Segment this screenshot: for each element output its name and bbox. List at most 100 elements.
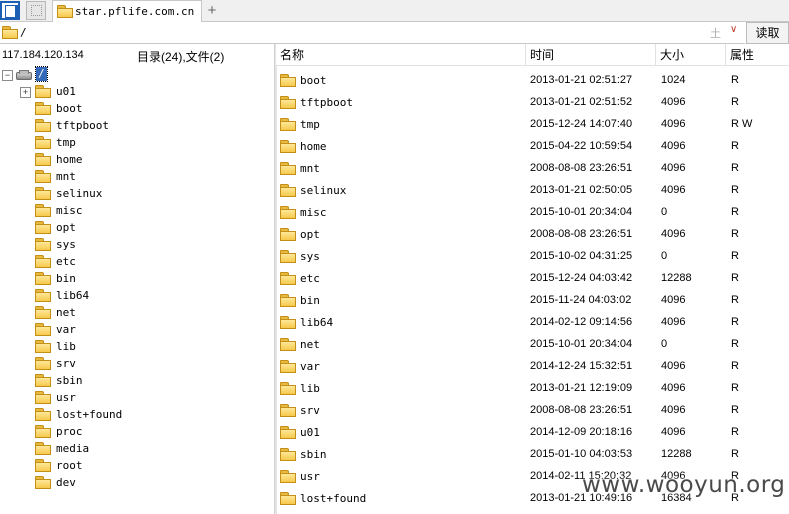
- file-row[interactable]: u01 2014-12-09 20:18:16 4096 R: [276, 421, 789, 443]
- tree-item-label: misc: [56, 204, 83, 217]
- folder-icon: [280, 272, 296, 285]
- tab-title: star.pflife.com.cn: [75, 5, 195, 18]
- folder-icon: [280, 228, 296, 241]
- tree-item[interactable]: mnt: [0, 168, 274, 185]
- tree-item[interactable]: boot: [0, 100, 274, 117]
- file-row[interactable]: tmp 2015-12-24 14:07:40 4096 R W: [276, 113, 789, 135]
- file-size: 4096: [661, 360, 686, 372]
- file-list[interactable]: boot 2013-01-21 02:51:27 1024 Rtftpboot 2013…: [276, 66, 789, 514]
- directory-tree[interactable]: − / + u01 boot tftpboot tmp home mnt selinux mis…: [0, 66, 274, 514]
- panel-toggle-icon[interactable]: [0, 1, 20, 20]
- tree-item[interactable]: proc: [0, 423, 274, 440]
- new-window-icon[interactable]: [26, 1, 46, 20]
- tree-item[interactable]: var: [0, 321, 274, 338]
- tree-item[interactable]: selinux: [0, 185, 274, 202]
- tree-item[interactable]: lib64: [0, 287, 274, 304]
- file-attr: R: [731, 316, 739, 328]
- file-name: opt: [300, 228, 320, 241]
- tree-item-label: dev: [56, 476, 76, 489]
- column-size[interactable]: 大小: [656, 44, 726, 66]
- file-time: 2014-02-12 09:14:56: [530, 316, 633, 328]
- file-size: 4096: [661, 140, 686, 152]
- file-list-header: 名称 时间 大小 属性: [276, 44, 789, 66]
- tree-item[interactable]: dev: [0, 474, 274, 491]
- tree-item[interactable]: + u01: [0, 83, 274, 100]
- tree-item[interactable]: misc: [0, 202, 274, 219]
- file-size: 4096: [661, 96, 686, 108]
- tree-item[interactable]: home: [0, 151, 274, 168]
- file-row[interactable]: sbin 2015-01-10 04:03:53 12288 R: [276, 443, 789, 465]
- collapse-icon[interactable]: −: [2, 70, 13, 81]
- add-tab-button[interactable]: +: [205, 1, 219, 20]
- tree-item[interactable]: sys: [0, 236, 274, 253]
- folder-icon: [280, 74, 296, 87]
- read-button[interactable]: 读取: [746, 22, 789, 44]
- file-time: 2015-04-22 10:59:54: [530, 140, 633, 152]
- file-row[interactable]: misc 2015-10-01 20:34:04 0 R: [276, 201, 789, 223]
- tree-item-label: root: [56, 459, 83, 472]
- folder-icon: [35, 255, 51, 268]
- file-size: 0: [661, 338, 668, 350]
- tree-item[interactable]: etc: [0, 253, 274, 270]
- tree-item[interactable]: opt: [0, 219, 274, 236]
- watermark: www.wooyun.org: [582, 472, 786, 498]
- file-row[interactable]: boot 2013-01-21 02:51:27 1024 R: [276, 69, 789, 91]
- tree-item[interactable]: sbin: [0, 372, 274, 389]
- tree-item-label: tmp: [56, 136, 76, 149]
- folder-icon: [280, 492, 296, 505]
- file-row[interactable]: home 2015-04-22 10:59:54 4096 R: [276, 135, 789, 157]
- file-row[interactable]: var 2014-12-24 15:32:51 4096 R: [276, 355, 789, 377]
- tree-item[interactable]: tmp: [0, 134, 274, 151]
- file-row[interactable]: lib 2013-01-21 12:19:09 4096 R: [276, 377, 789, 399]
- column-name[interactable]: 名称: [276, 44, 526, 66]
- folder-icon: [35, 238, 51, 251]
- file-attr: R: [731, 162, 739, 174]
- tree-item-label: lost+found: [56, 408, 123, 421]
- file-row[interactable]: selinux 2013-01-21 02:50:05 4096 R: [276, 179, 789, 201]
- tree-item-label: lib64: [56, 289, 90, 302]
- file-time: 2013-01-21 02:51:52: [530, 96, 633, 108]
- tree-item[interactable]: lost+found: [0, 406, 274, 423]
- file-time: 2013-01-21 02:51:27: [530, 74, 633, 86]
- tree-item[interactable]: usr: [0, 389, 274, 406]
- tree-item-label: proc: [56, 425, 83, 438]
- file-row[interactable]: lib64 2014-02-12 09:14:56 4096 R: [276, 311, 789, 333]
- file-row[interactable]: tftpboot 2013-01-21 02:51:52 4096 R: [276, 91, 789, 113]
- column-attr[interactable]: 属性: [726, 44, 789, 66]
- file-row[interactable]: net 2015-10-01 20:34:04 0 R: [276, 333, 789, 355]
- tree-item[interactable]: srv: [0, 355, 274, 372]
- tree-item[interactable]: net: [0, 304, 274, 321]
- file-row[interactable]: mnt 2008-08-08 23:26:51 4096 R: [276, 157, 789, 179]
- file-time: 2008-08-08 23:26:51: [530, 228, 633, 240]
- folder-icon: [35, 374, 51, 387]
- file-row[interactable]: etc 2015-12-24 04:03:42 12288 R: [276, 267, 789, 289]
- tree-item-label: etc: [56, 255, 76, 268]
- up-icon[interactable]: 土: [710, 25, 721, 41]
- file-row[interactable]: bin 2015-11-24 04:03:02 4096 R: [276, 289, 789, 311]
- file-row[interactable]: sys 2015-10-02 04:31:25 0 R: [276, 245, 789, 267]
- tree-item[interactable]: tftpboot: [0, 117, 274, 134]
- folder-icon: [35, 85, 51, 98]
- tab-site[interactable]: star.pflife.com.cn: [52, 0, 202, 22]
- tree-item[interactable]: media: [0, 440, 274, 457]
- tree-item[interactable]: root: [0, 457, 274, 474]
- file-time: 2015-10-01 20:34:04: [530, 338, 633, 350]
- tree-root[interactable]: /: [35, 66, 48, 82]
- chevron-down-icon[interactable]: ∨: [730, 24, 737, 35]
- file-row[interactable]: srv 2008-08-08 23:26:51 4096 R: [276, 399, 789, 421]
- folder-icon: [35, 425, 51, 438]
- path-input[interactable]: /: [20, 26, 27, 39]
- file-time: 2014-12-24 15:32:51: [530, 360, 633, 372]
- folder-icon: [280, 184, 296, 197]
- folder-icon: [280, 338, 296, 351]
- path-bar[interactable]: / 土 ∨: [0, 22, 745, 44]
- file-row[interactable]: opt 2008-08-08 23:26:51 4096 R: [276, 223, 789, 245]
- file-size: 0: [661, 250, 668, 262]
- expand-icon[interactable]: +: [20, 87, 31, 98]
- file-name: tmp: [300, 118, 320, 131]
- file-size: 0: [661, 206, 668, 218]
- tree-item[interactable]: bin: [0, 270, 274, 287]
- column-time[interactable]: 时间: [526, 44, 656, 66]
- tree-item[interactable]: lib: [0, 338, 274, 355]
- file-size: 4096: [661, 228, 686, 240]
